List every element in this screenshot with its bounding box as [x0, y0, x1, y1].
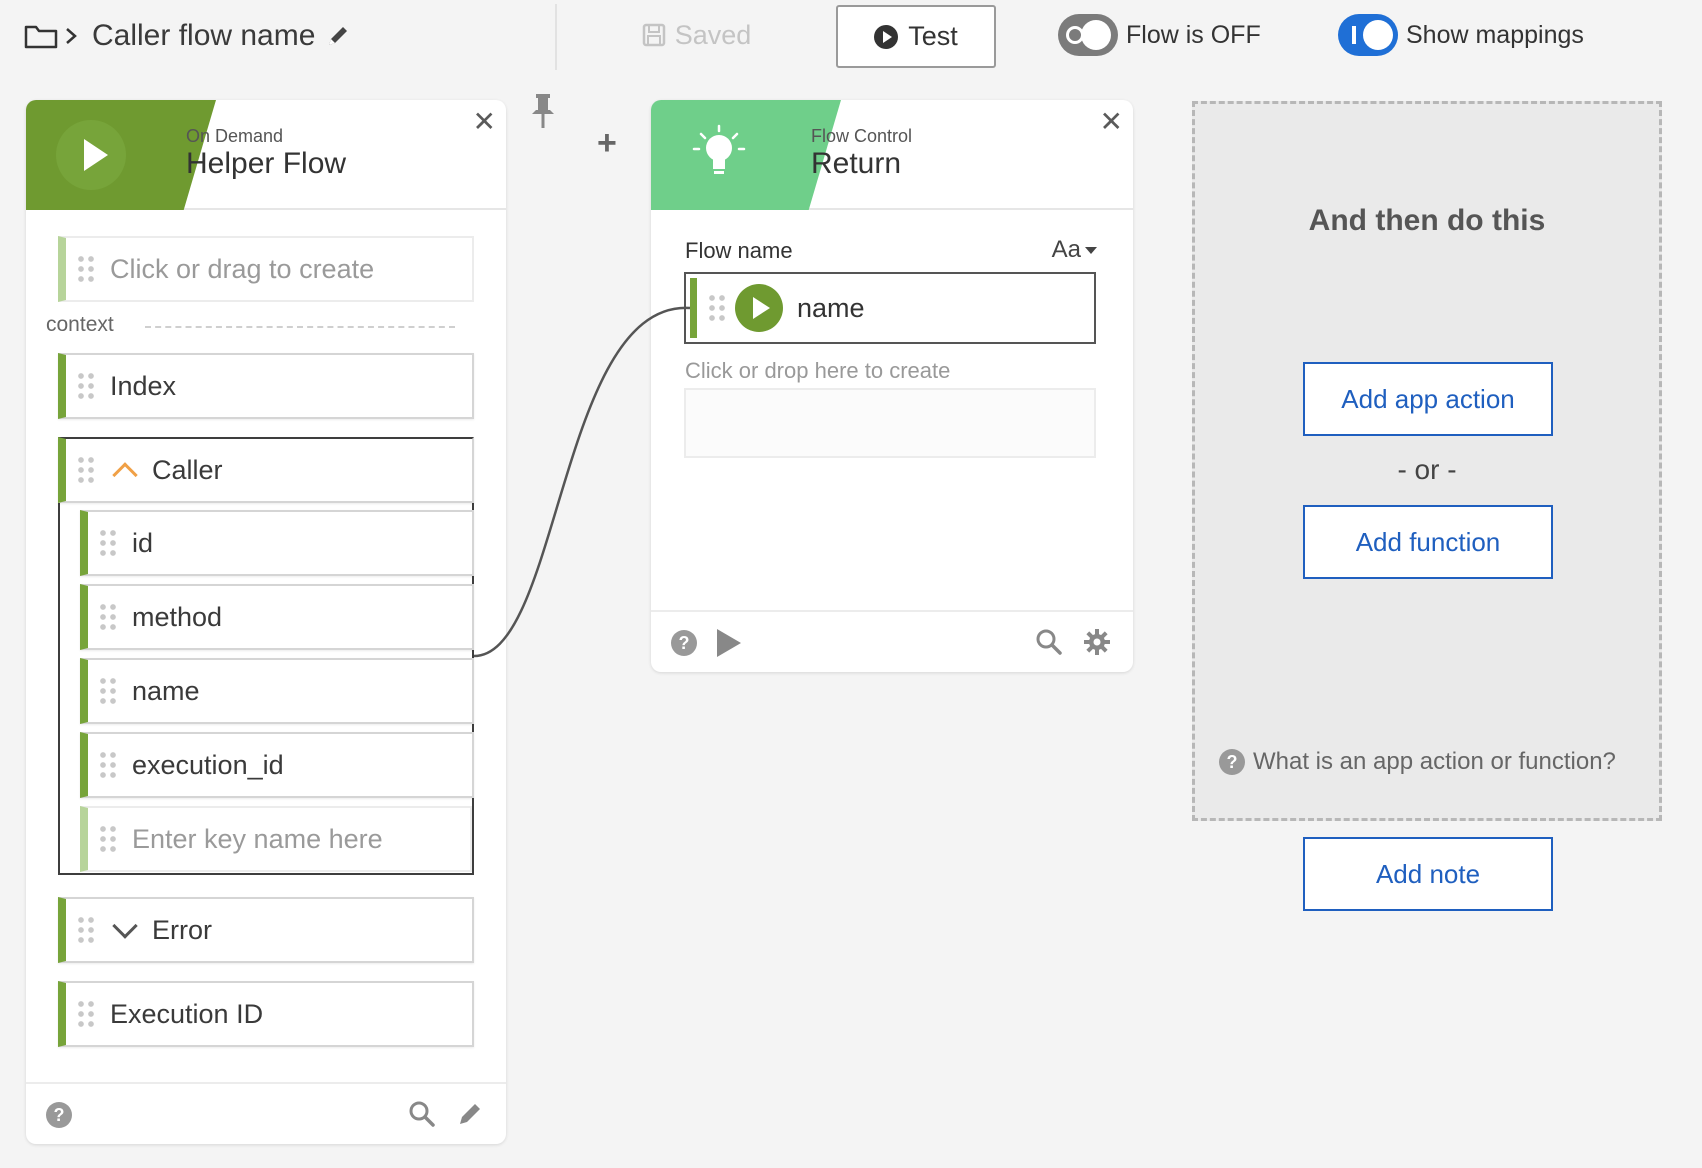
drag-handle-icon[interactable] — [98, 528, 118, 558]
chevron-right-icon — [66, 28, 77, 44]
add-function-button[interactable]: Add function — [1303, 505, 1553, 579]
test-button[interactable]: Test — [836, 5, 996, 68]
type-selector[interactable]: Aa — [1052, 236, 1097, 264]
saved-button[interactable]: Saved — [616, 10, 776, 60]
mapped-pill[interactable]: name — [690, 278, 1090, 338]
help-icon: ? — [1219, 749, 1245, 775]
drag-handle-icon[interactable] — [707, 293, 727, 323]
field-error-label: Error — [152, 914, 212, 945]
search-icon[interactable] — [408, 1100, 436, 1128]
field-caller-name-label: name — [132, 675, 200, 706]
field-error[interactable]: Error — [58, 897, 474, 963]
key-name-input[interactable]: Enter key name here — [80, 806, 472, 872]
flow-name-field-label: Flow name — [685, 238, 793, 263]
field-caller-method-label: method — [132, 601, 223, 632]
return-subtitle: Flow Control — [811, 126, 913, 146]
search-icon[interactable] — [1035, 628, 1063, 656]
play-icon — [874, 24, 899, 49]
flow-toggle-switch[interactable] — [1058, 14, 1118, 56]
drop-zone[interactable] — [684, 388, 1096, 458]
play-icon[interactable] — [717, 629, 741, 657]
drag-handle-icon[interactable] — [76, 915, 96, 945]
help-icon[interactable]: ? — [671, 630, 697, 656]
drag-handle-icon[interactable] — [98, 602, 118, 632]
lightbulb-icon — [692, 124, 746, 174]
return-card-footer: ? — [651, 610, 1133, 672]
save-icon — [642, 23, 665, 47]
pencil-icon[interactable] — [325, 23, 351, 49]
help-icon[interactable]: ? — [46, 1102, 72, 1128]
help-link-label: What is an app action or function? — [1253, 748, 1616, 775]
plus-icon[interactable]: + — [597, 124, 617, 163]
next-step-panel: And then do this Add app action - or - A… — [1192, 101, 1662, 821]
saved-label: Saved — [674, 19, 752, 50]
field-caller-execution-id-label: execution_id — [132, 749, 284, 780]
close-icon[interactable]: ✕ — [1100, 108, 1123, 136]
mappings-toggle[interactable]: Show mappings — [1338, 14, 1584, 56]
return-card-header[interactable]: Flow Control Return ✕ — [651, 100, 1133, 210]
field-execution-id-label: Execution ID — [110, 998, 264, 1029]
chevron-up-icon[interactable] — [112, 462, 138, 488]
flow-name-title[interactable]: Caller flow name — [92, 19, 315, 53]
field-caller[interactable]: Caller — [58, 437, 474, 503]
test-label: Test — [908, 21, 958, 51]
drag-handle-icon[interactable] — [98, 750, 118, 780]
or-label: - or - — [1397, 454, 1457, 485]
gear-icon[interactable] — [1083, 628, 1111, 656]
create-field-placeholder[interactable]: Click or drag to create — [58, 236, 474, 302]
top-toolbar: Caller flow name Saved Test Flow is OFF … — [0, 0, 1702, 80]
field-caller-method[interactable]: method — [80, 584, 474, 650]
return-card[interactable]: Flow Control Return ✕ Flow name Aa name … — [651, 100, 1133, 672]
play-icon — [735, 284, 783, 332]
mappings-toggle-switch[interactable] — [1338, 14, 1398, 56]
trigger-card-footer: ? — [26, 1082, 506, 1144]
context-label: context — [46, 313, 114, 336]
flow-toggle[interactable]: Flow is OFF — [1058, 14, 1261, 56]
play-icon — [56, 120, 126, 190]
trigger-title: Helper Flow — [186, 147, 347, 180]
folder-icon[interactable] — [24, 23, 58, 49]
drag-handle-icon[interactable] — [76, 371, 96, 401]
drag-handle-icon[interactable] — [98, 676, 118, 706]
key-name-placeholder: Enter key name here — [132, 823, 383, 854]
next-step-title: And then do this — [1308, 204, 1546, 237]
flow-name-mapping-slot[interactable]: name — [684, 272, 1096, 344]
breadcrumb: Caller flow name — [24, 14, 351, 58]
field-caller-name[interactable]: name — [80, 658, 474, 724]
pencil-icon[interactable] — [456, 1100, 484, 1128]
toolbar-divider — [555, 4, 557, 70]
field-index[interactable]: Index — [58, 353, 474, 419]
context-divider — [145, 326, 455, 328]
create-placeholder-label: Click or drag to create — [110, 253, 375, 284]
drag-handle-icon[interactable] — [76, 455, 96, 485]
return-title: Return — [811, 147, 902, 180]
add-app-action-button[interactable]: Add app action — [1303, 362, 1553, 436]
drag-handle-icon[interactable] — [98, 824, 118, 854]
drag-handle-icon[interactable] — [76, 999, 96, 1029]
field-caller-execution-id[interactable]: execution_id — [80, 732, 474, 798]
mappings-toggle-label: Show mappings — [1406, 20, 1584, 49]
field-execution-id[interactable]: Execution ID — [58, 981, 474, 1047]
drag-handle-icon[interactable] — [76, 254, 96, 284]
field-index-label: Index — [110, 370, 177, 401]
mapped-pill-label: name — [797, 292, 865, 323]
field-caller-id[interactable]: id — [80, 510, 474, 576]
chevron-down-icon[interactable] — [112, 913, 138, 939]
trigger-card-header[interactable]: On Demand Helper Flow ✕ — [26, 100, 506, 210]
close-icon[interactable]: ✕ — [473, 108, 496, 136]
flow-toggle-label: Flow is OFF — [1126, 20, 1261, 49]
trigger-subtitle: On Demand — [186, 126, 284, 146]
drop-here-label: Click or drop here to create — [685, 358, 951, 383]
field-caller-label: Caller — [152, 454, 223, 485]
add-note-button[interactable]: Add note — [1303, 837, 1553, 911]
help-link[interactable]: ? What is an app action or function? — [1219, 748, 1616, 776]
pin-icon[interactable] — [529, 92, 557, 130]
field-caller-id-label: id — [132, 527, 154, 558]
